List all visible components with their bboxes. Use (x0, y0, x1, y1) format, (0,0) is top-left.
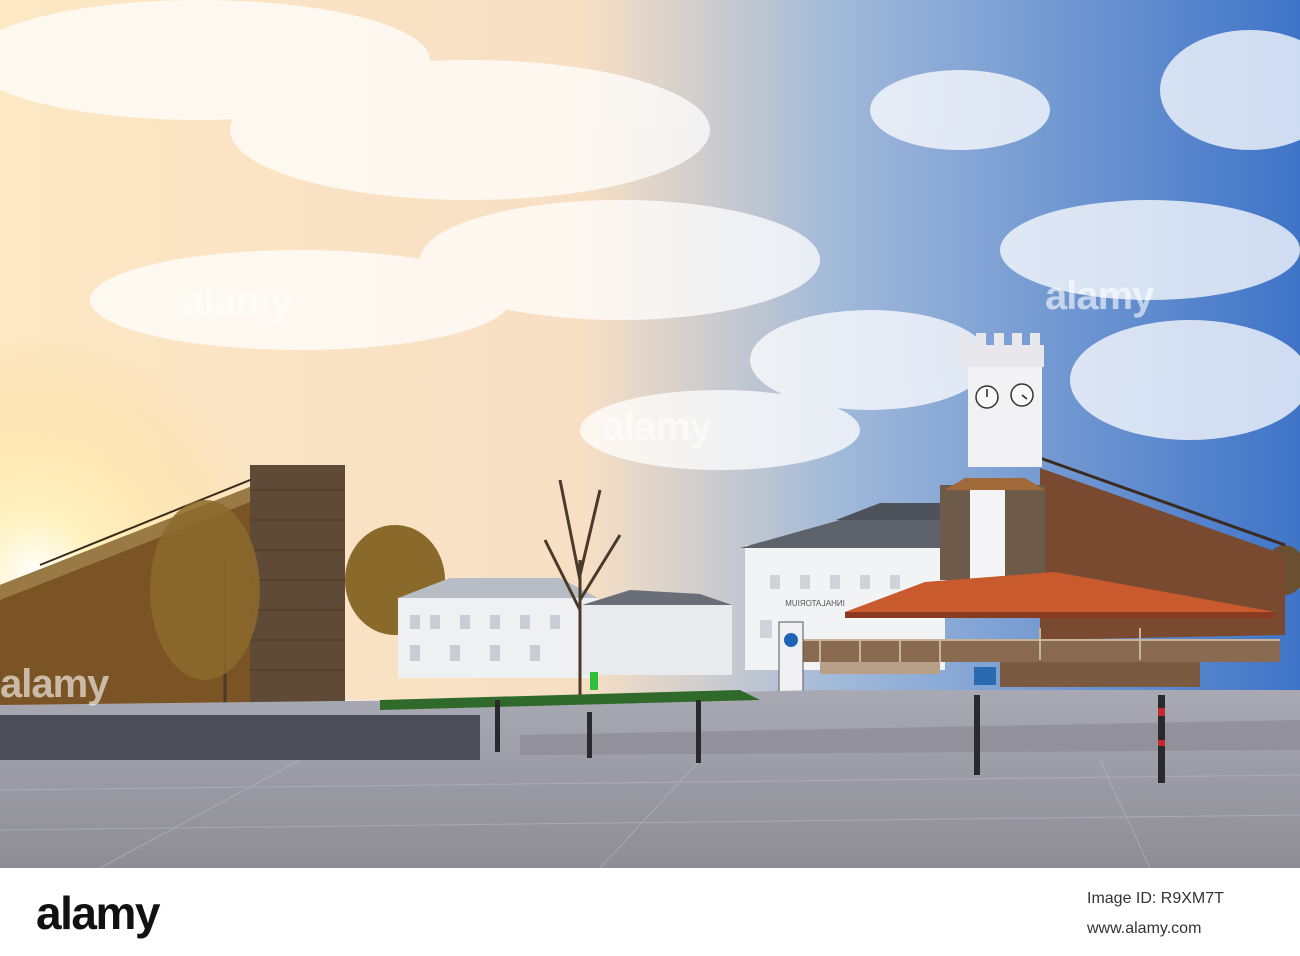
watermark-upper-left: alamy (183, 280, 292, 324)
watermark-right: alamy (1045, 274, 1154, 318)
white-villa (398, 578, 732, 678)
image-id: Image ID: R9XM7T (1087, 890, 1224, 907)
photo: INHALATORIUM alamy alamy alamy alamy (0, 0, 1300, 868)
clock-tower (958, 333, 1044, 467)
footer-bar: alamy Image ID: R9XM7T www.alamy.com (0, 868, 1300, 956)
watermark-left: alamy (0, 662, 109, 706)
watermark-center: alamy (602, 405, 712, 449)
site-url: www.alamy.com (1087, 920, 1202, 937)
alamy-logo: alamy (36, 887, 160, 939)
inhalatorium-sign: INHALATORIUM (785, 599, 845, 608)
